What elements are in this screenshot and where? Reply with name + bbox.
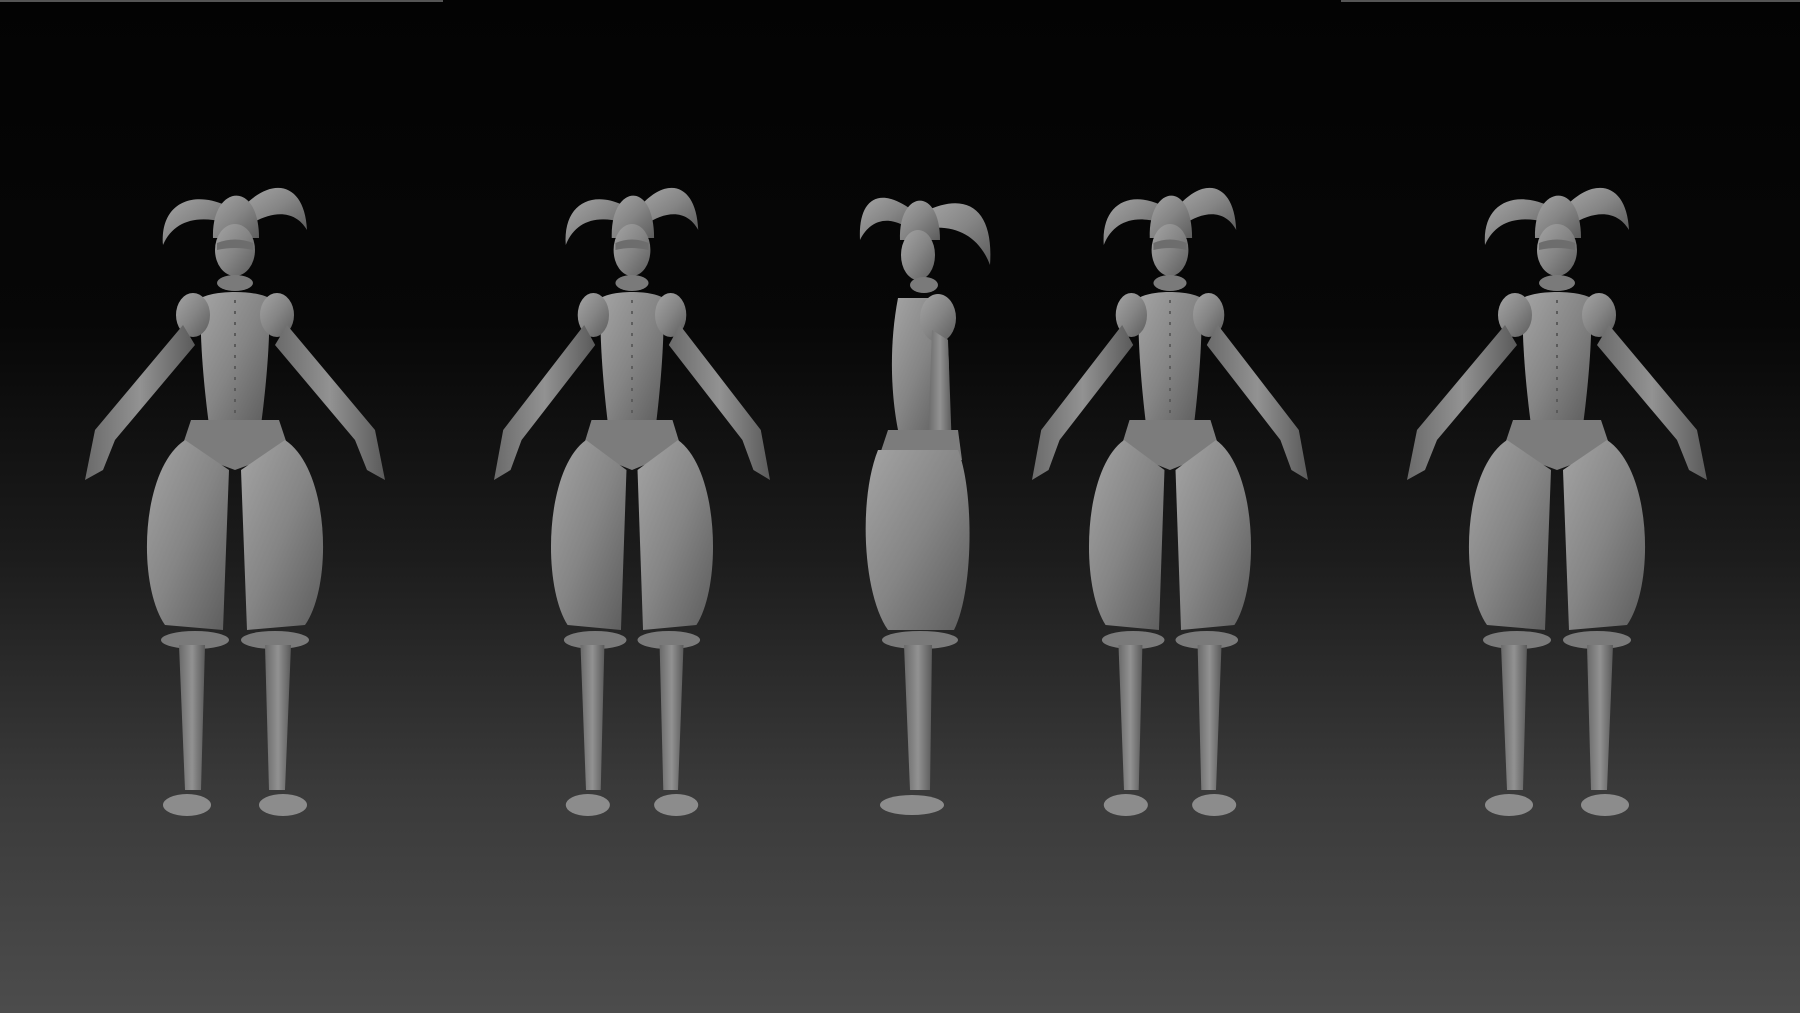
side-view-figure bbox=[859, 197, 991, 815]
back-three-quarter-view-figure bbox=[1031, 186, 1309, 818]
front-view-figure bbox=[84, 186, 386, 818]
back-view-figure bbox=[1406, 186, 1708, 818]
sculpt-viewport[interactable] bbox=[0, 0, 1800, 1013]
model-turnaround bbox=[84, 186, 1708, 818]
front-three-quarter-view-figure bbox=[493, 186, 771, 818]
